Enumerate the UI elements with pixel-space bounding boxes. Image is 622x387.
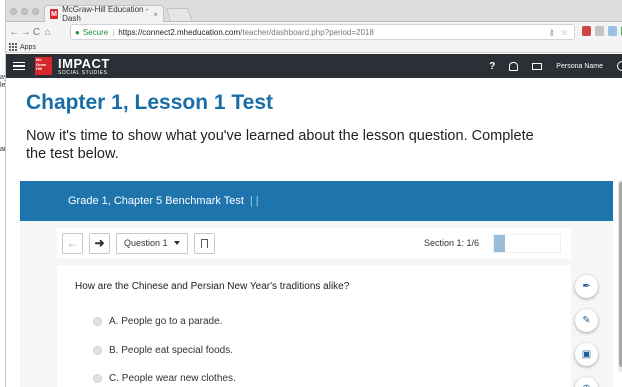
lock-icon: ● xyxy=(75,27,80,37)
mcgraw-hill-logo: Mc Graw Hill xyxy=(35,57,52,75)
test-panel: ← ➜ Question 1 Section 1: 1/6 How are th… xyxy=(20,221,613,387)
reload-icon[interactable]: C xyxy=(31,27,42,38)
answer-option-label: B. People eat special foods. xyxy=(109,345,233,356)
browser-window: M McGraw-Hill Education - Dash × ← → C ⌂… xyxy=(5,0,622,387)
notes-tool-button[interactable]: ▣ xyxy=(575,343,598,366)
help-icon[interactable]: ? xyxy=(489,61,495,72)
page-scrollbar[interactable] xyxy=(618,180,622,372)
header-actions: ? Persona Name xyxy=(489,61,622,72)
pencil-icon: ✎ xyxy=(582,315,591,326)
question-card: How are the Chinese and Persian New Year… xyxy=(57,265,571,387)
question-select[interactable]: Question 1 xyxy=(116,232,188,254)
brush-icon: ✒ xyxy=(582,281,591,292)
answer-option[interactable]: C. People wear new clothes. xyxy=(93,373,236,384)
home-icon[interactable]: ⌂ xyxy=(42,27,53,38)
highlighter-tool-button[interactable]: ✒ xyxy=(575,275,598,298)
zoom-icon: ⊕ xyxy=(582,383,590,387)
answer-option-label: A. People go to a parade. xyxy=(109,316,223,327)
forward-icon[interactable]: → xyxy=(20,27,31,38)
answer-option-label: C. People wear new clothes. xyxy=(109,373,236,384)
extension-icon[interactable] xyxy=(582,26,591,36)
section-progress-label: Section 1: 1/6 xyxy=(423,238,479,248)
zoom-tool-button[interactable]: ⊕ xyxy=(575,377,598,387)
avatar-icon[interactable] xyxy=(617,61,622,71)
new-tab-button[interactable] xyxy=(165,8,193,21)
question-text: How are the Chinese and Persian New Year… xyxy=(75,281,350,292)
previous-question-button[interactable]: ← xyxy=(62,232,83,254)
user-name[interactable]: Persona Name xyxy=(556,63,603,70)
menu-icon[interactable] xyxy=(13,61,25,71)
extension-icon[interactable] xyxy=(608,26,617,36)
question-select-value: Question 1 xyxy=(124,238,168,248)
maximize-window-button[interactable] xyxy=(32,8,39,15)
brand-subtitle: SOCIAL STUDIES xyxy=(58,69,108,76)
banner-separators: | | xyxy=(249,195,259,207)
question-toolbar: ← ➜ Question 1 Section 1: 1/6 xyxy=(57,228,571,258)
progress-fill xyxy=(494,234,505,252)
close-window-button[interactable] xyxy=(10,8,17,15)
extension-icons xyxy=(582,26,622,36)
bookmark-icon xyxy=(200,238,208,248)
apps-grid-icon[interactable] xyxy=(9,43,17,51)
brand-name: IMPACT xyxy=(58,55,110,71)
radio-button[interactable] xyxy=(93,374,102,383)
forward-arrow-icon: ➜ xyxy=(94,236,105,250)
logo-line: Hill xyxy=(36,66,43,71)
answer-option[interactable]: B. People eat special foods. xyxy=(93,345,233,356)
answer-option[interactable]: A. People go to a parade. xyxy=(93,316,222,327)
radio-button[interactable] xyxy=(93,317,102,326)
url-path: /teacher/dashboard.php?period=2018 xyxy=(240,27,374,37)
radio-button[interactable] xyxy=(93,346,102,355)
intro-text: Now it's time to show what you've learne… xyxy=(26,128,534,162)
app-header: Mc Graw Hill IMPACT SOCIAL STUDIES ? Per… xyxy=(6,54,622,78)
pencil-tool-button[interactable]: ✎ xyxy=(575,309,598,332)
test-title: Grade 1, Chapter 5 Benchmark Test xyxy=(68,195,244,207)
url-host: https://connect2.mheducation.com xyxy=(118,27,241,37)
apps-bookmark[interactable]: Apps xyxy=(20,44,36,51)
next-question-button[interactable]: ➜ xyxy=(89,232,110,254)
test-banner: Grade 1, Chapter 5 Benchmark Test | | xyxy=(20,181,613,221)
extension-icon[interactable] xyxy=(595,26,604,36)
tab-strip: M McGraw-Hill Education - Dash × xyxy=(6,0,622,23)
mail-icon[interactable] xyxy=(532,62,543,70)
minimize-window-button[interactable] xyxy=(21,8,28,15)
url-field[interactable]: ● Secure | https://connect2.mheducation.… xyxy=(70,24,575,40)
secure-label: Secure xyxy=(82,27,109,37)
impact-brand: IMPACT SOCIAL STUDIES xyxy=(58,57,110,76)
book-icon: ▣ xyxy=(581,349,592,360)
star-icon[interactable]: ⚷ ☆ xyxy=(549,28,570,37)
chevron-down-icon xyxy=(173,241,180,245)
tab-title: McGraw-Hill Education - Dash xyxy=(62,5,149,23)
browser-tab[interactable]: M McGraw-Hill Education - Dash × xyxy=(44,5,164,23)
bookmark-question-button[interactable] xyxy=(193,232,215,254)
back-icon[interactable]: ← xyxy=(9,27,20,38)
bookmarks-bar: Apps xyxy=(6,42,622,53)
back-arrow-icon: ← xyxy=(66,236,79,250)
page-title: Chapter 1, Lesson 1 Test xyxy=(26,91,274,114)
address-bar: ← → C ⌂ ● Secure | https://connect2.mhed… xyxy=(6,22,622,42)
section-progress-bar xyxy=(493,233,561,253)
bell-icon[interactable] xyxy=(509,61,519,71)
tab-close-icon[interactable]: × xyxy=(153,10,158,19)
mcgraw-hill-favicon-icon: M xyxy=(50,9,59,19)
window-controls xyxy=(10,8,39,15)
